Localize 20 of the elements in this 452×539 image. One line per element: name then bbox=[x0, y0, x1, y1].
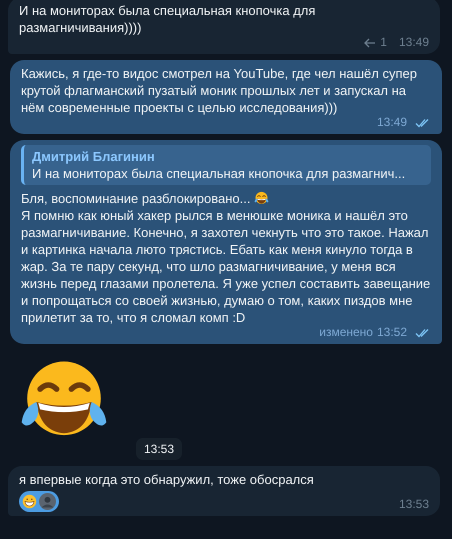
reply-icon bbox=[364, 38, 376, 48]
message-text: Я помню как юный хакер рылся в менюшке моника и нашёл это размагничивание. Конечно, я захотел чекнуть что это такое. Нажал и картинка начала люто трястись. Ебать как меня кинуло тогда в жар. За те пару секунд, что шло размагничивание, у меня вся жизнь перед глазами пролетела. Я уже успел составить завещание и попрощаться со своей жизнью, думаю о том, каких пиздов мне прилетит за то, что я сломал комп :D bbox=[21, 207, 431, 326]
message-text: И на мониторах была специальная кнопочка для размагничивания)))) bbox=[19, 2, 316, 36]
edited-label: изменено bbox=[319, 325, 373, 340]
message-time: 13:52 bbox=[376, 325, 407, 340]
avatar-icon bbox=[39, 493, 56, 510]
sticker-time: 13:53 bbox=[136, 438, 182, 460]
message-time: 13:49 bbox=[376, 115, 407, 130]
message-text: Кажись, я где-то видос смотрел на YouTube, где чел нашёл супер крутой флагманский пузатый моник прошлых лет и запускал на нём современные проекты с целью исследования))) bbox=[21, 65, 418, 116]
reaction-chip[interactable] bbox=[19, 491, 59, 512]
quote-text: И на мониторах была специальная кнопочка для размагнич... bbox=[32, 165, 406, 182]
message-time: 13:53 bbox=[398, 497, 429, 512]
quote-author: Дмитрий Благинин bbox=[32, 148, 156, 165]
message-time: 13:49 bbox=[398, 35, 429, 50]
message-text: Бля, воспоминание разблокировано... bbox=[21, 190, 250, 207]
message-text: я впервые когда это обнаружил, тоже обосрался bbox=[19, 471, 314, 488]
grinning-emoji-icon bbox=[22, 494, 37, 509]
laughing-emoji-icon bbox=[254, 191, 270, 206]
quoted-message[interactable]: Дмитрий Благинин И на мониторах была специальная кнопочка для размагнич... bbox=[21, 145, 431, 185]
reply-count[interactable]: 1 bbox=[380, 35, 387, 50]
